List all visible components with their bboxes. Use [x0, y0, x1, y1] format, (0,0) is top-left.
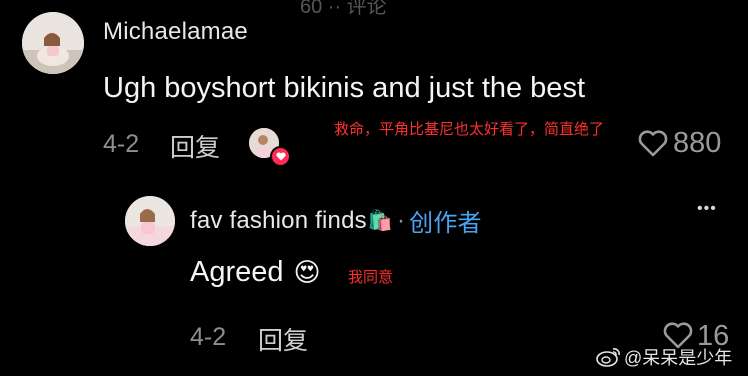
comment-reply-button[interactable]: 回复 — [170, 128, 220, 164]
reply-reply-button[interactable]: 回复 — [258, 321, 308, 357]
watermark-text: @呆呆是少年 — [624, 348, 733, 368]
weibo-icon — [596, 348, 620, 367]
reply-date: 4-2 — [190, 323, 227, 351]
more-options-icon[interactable]: ••• — [697, 200, 717, 218]
comment-username[interactable]: Michaelamae — [103, 18, 248, 46]
reply-text: Agreed — [190, 256, 284, 288]
reply-username[interactable]: fav fashion finds — [190, 207, 367, 235]
author-liked-heart-icon — [270, 146, 291, 167]
comment-text: Ugh boyshort bikinis and just the best — [103, 72, 585, 104]
avatar-image — [22, 12, 84, 74]
heart-eyes-emoji-icon: 😍 — [293, 257, 321, 287]
comment-date: 4-2 — [103, 130, 140, 158]
reply-text-row: Agreed 😍 — [190, 256, 321, 289]
reply-avatar-image — [125, 196, 175, 246]
comment-like-heart-icon[interactable] — [638, 130, 668, 157]
reply-username-row: fav fashion finds 🛍️ · 创作者 — [190, 203, 482, 238]
reply-avatar[interactable] — [125, 196, 175, 246]
username-separator: · — [396, 206, 406, 234]
comment-like-count: 880 — [673, 127, 722, 159]
reply-translation: 我同意 — [348, 269, 394, 286]
creator-badge: 创作者 — [409, 210, 482, 237]
top-cutoff-text: 60 ·· 评论 — [300, 0, 387, 18]
avatar[interactable] — [22, 12, 84, 74]
watermark: @呆呆是少年 — [596, 344, 732, 370]
comment-translation: 救命，平角比基尼也太好看了，简直绝了 — [334, 121, 605, 138]
shopping-bag-icon: 🛍️ — [367, 210, 393, 232]
